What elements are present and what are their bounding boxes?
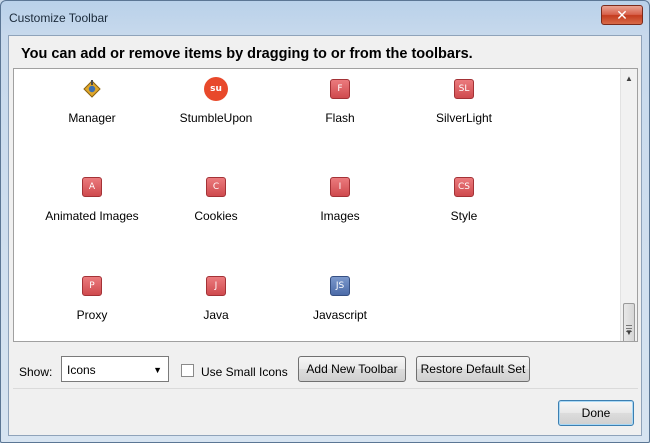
item-label: Style (450, 209, 478, 223)
close-button[interactable]: ✕ (601, 5, 643, 25)
flash-icon: F (330, 79, 350, 99)
add-new-toolbar-label: Add New Toolbar (306, 362, 398, 376)
palette-item-java[interactable]: J Java (154, 266, 278, 336)
dropdown-arrow-icon: ▼ (153, 365, 162, 375)
use-small-icons-label[interactable]: Use Small Icons (201, 365, 288, 379)
footer-divider (13, 388, 638, 389)
palette-item-stumbleupon[interactable]: su StumbleUpon (154, 69, 278, 139)
animated-images-icon: A (82, 177, 102, 197)
add-new-toolbar-button[interactable]: Add New Toolbar (298, 356, 406, 382)
toolbar-item-palette: Manager su StumbleUpon F Flash SL Silver… (13, 68, 638, 342)
show-mode-value: Icons (67, 363, 96, 377)
item-label: Images (320, 209, 360, 223)
scroll-up-arrow-icon[interactable]: ▲ (621, 70, 637, 86)
show-mode-select[interactable]: Icons ▼ (61, 356, 169, 382)
palette-item-proxy[interactable]: P Proxy (30, 266, 154, 336)
images-icon: I (330, 177, 350, 197)
customize-toolbar-window: Customize Toolbar ✕ You can add or remov… (0, 0, 650, 443)
palette-scrollbar[interactable]: ▲ ▼ (620, 69, 637, 341)
close-icon: ✕ (616, 6, 628, 23)
stumbleupon-icon: su (204, 77, 228, 101)
proxy-icon: P (82, 276, 102, 296)
item-label: Javascript (312, 308, 368, 322)
cookies-icon: C (206, 177, 226, 197)
palette-item-manager[interactable]: Manager (30, 69, 154, 139)
window-title: Customize Toolbar (9, 11, 109, 25)
title-bar[interactable]: Customize Toolbar ✕ (1, 1, 649, 35)
instruction-text: You can add or remove items by dragging … (21, 46, 473, 62)
manager-icon (82, 79, 102, 99)
item-label: SilverLight (435, 111, 493, 125)
restore-default-set-label: Restore Default Set (420, 362, 526, 376)
item-label: Cookies (194, 209, 238, 223)
palette-item-images[interactable]: I Images (278, 167, 402, 237)
item-label: Proxy (76, 308, 108, 322)
palette-item-silverlight[interactable]: SL SilverLight (402, 69, 526, 139)
done-button[interactable]: Done (558, 400, 634, 426)
scroll-down-arrow-icon[interactable]: ▼ (621, 324, 637, 340)
javascript-icon: JS (330, 276, 350, 296)
done-label: Done (581, 406, 611, 420)
item-label: StumbleUpon (179, 111, 253, 125)
palette-item-cookies[interactable]: C Cookies (154, 167, 278, 237)
dialog-body: You can add or remove items by dragging … (8, 35, 642, 436)
palette-item-javascript[interactable]: JS Javascript (278, 266, 402, 336)
item-label: Animated Images (45, 209, 139, 223)
java-icon: J (206, 276, 226, 296)
item-label: Java (203, 308, 229, 322)
use-small-icons-checkbox[interactable] (181, 364, 194, 377)
palette-item-style[interactable]: CS Style (402, 167, 526, 237)
palette-item-flash[interactable]: F Flash (278, 69, 402, 139)
show-label: Show: (19, 365, 53, 379)
style-icon: CS (454, 177, 474, 197)
silverlight-icon: SL (454, 79, 474, 99)
item-label: Manager (68, 111, 116, 125)
item-label: Flash (325, 111, 355, 125)
restore-default-set-button[interactable]: Restore Default Set (416, 356, 530, 382)
palette-item-animated-images[interactable]: A Animated Images (30, 167, 154, 237)
